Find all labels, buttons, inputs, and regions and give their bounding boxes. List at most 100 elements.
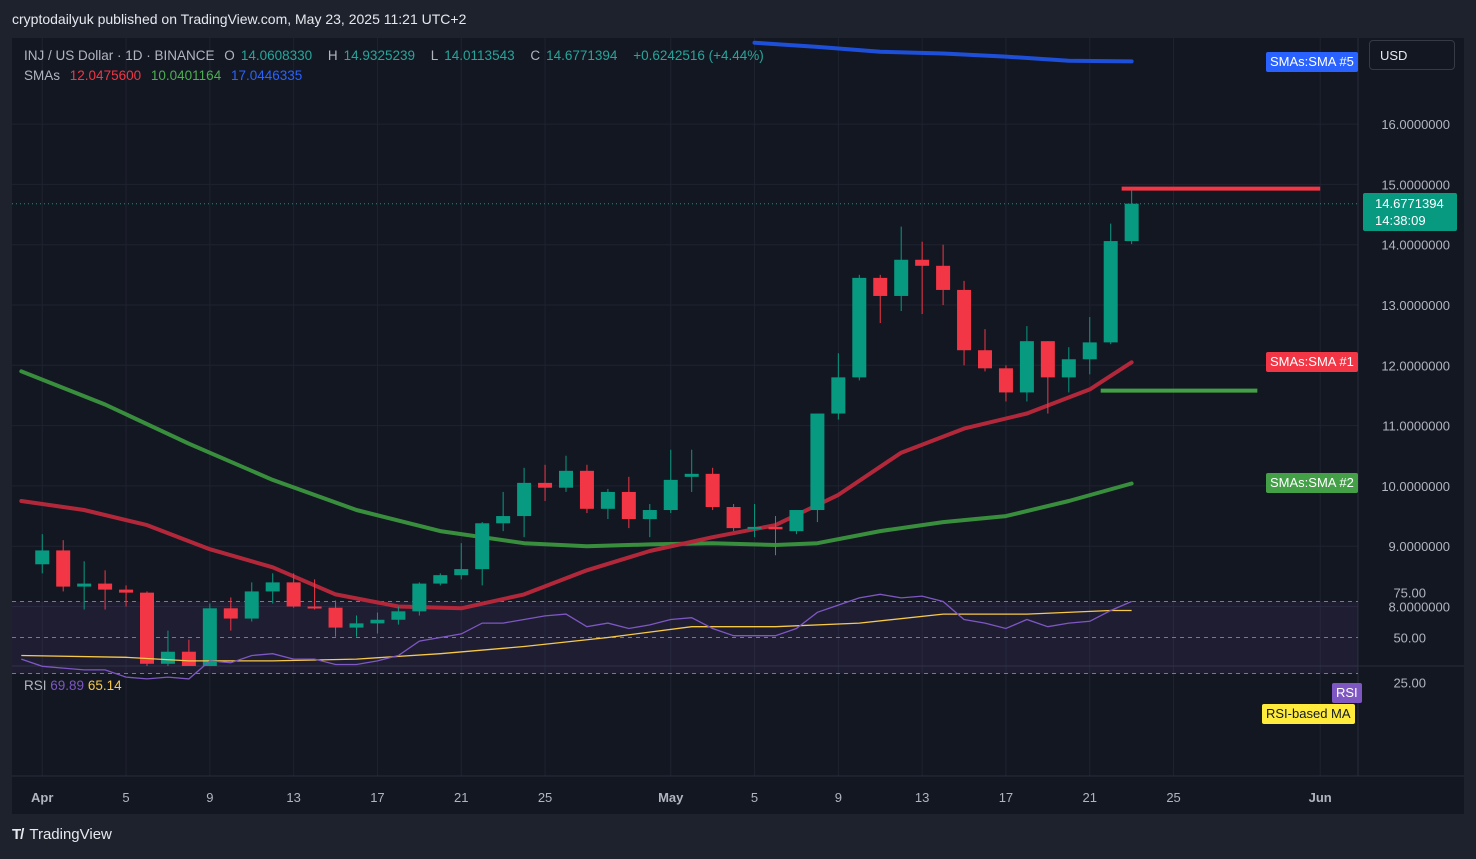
price-tick-label: 8.0000000 (1389, 600, 1450, 615)
date-tick-label: 21 (1083, 790, 1097, 805)
price-tick-label: 14.0000000 (1381, 238, 1450, 253)
smas-label[interactable]: SMAs (24, 68, 60, 83)
candle-body (600, 491, 615, 509)
candle-body (642, 510, 657, 520)
candle-body (412, 583, 427, 612)
candle-body (978, 350, 992, 369)
chart-frame[interactable]: 16.0000000 15.0000000 14.0000000 13.0000000… (12, 38, 1464, 814)
candle-body (56, 550, 71, 587)
sma2-value: 10.0401164 (150, 68, 222, 83)
close-value: 14.6771394 (546, 48, 618, 63)
candle-body (559, 470, 573, 488)
currency-button[interactable]: USD (1369, 40, 1455, 70)
candle-body (349, 623, 364, 628)
candle-body (181, 651, 196, 666)
tradingview-logo-icon: T/ (12, 826, 24, 843)
rsi-tick-label: 25.00 (1393, 676, 1426, 691)
publisher-line: cryptodailyuk published on TradingView.c… (12, 11, 467, 27)
date-tick-label: 5 (751, 790, 758, 805)
candle-body (517, 482, 532, 517)
price-tick-label: 12.0000000 (1381, 358, 1450, 373)
candle-body (831, 377, 846, 414)
candle-body (1124, 203, 1139, 242)
candle-body (35, 550, 50, 565)
date-tick-label: 13 (915, 790, 929, 805)
symbol-legend: INJ / US Dollar · 1D · BINANCE O 14.06083… (24, 46, 770, 86)
candle-body (705, 473, 720, 508)
last-price-tag: 14.6771394 14:38:09 (1363, 193, 1457, 231)
candle-body (454, 569, 469, 576)
chart-canvas[interactable]: 16.0000000 15.0000000 14.0000000 13.0000000… (12, 38, 1464, 814)
price-tick-label: 16.0000000 (1381, 117, 1450, 132)
candle-body (998, 368, 1013, 393)
candle-body (538, 482, 553, 488)
date-tick-label: 13 (286, 790, 300, 805)
candle-body (789, 510, 804, 532)
candle-body (370, 619, 385, 624)
rsi-tick-label: 50.00 (1393, 631, 1426, 646)
bar-countdown: 14:38:09 (1375, 213, 1426, 228)
price-tick-label: 13.0000000 (1381, 298, 1450, 313)
candle-body (140, 592, 154, 664)
date-tick-label: 25 (538, 790, 552, 805)
footer-brand: T/ TradingView (12, 826, 112, 843)
change-value: +0.6242516 (+4.44%) (633, 48, 764, 63)
last-price: 14.6771394 (1375, 196, 1444, 211)
sma2-line (19, 369, 1134, 549)
candle-body (768, 526, 783, 530)
high-label: H (327, 48, 338, 63)
rsi-ma-tag: RSI-based MA (1262, 704, 1355, 724)
open-value: 14.0608330 (240, 48, 313, 63)
candle-body (286, 582, 301, 607)
sma5-line (752, 40, 1134, 64)
candle-body (77, 583, 92, 587)
candle-body (1082, 342, 1097, 360)
high-value: 14.9325239 (343, 48, 415, 63)
candle-body (98, 583, 113, 590)
candle-body (1040, 341, 1055, 378)
candle-body (119, 589, 134, 593)
price-tick-label: 10.0000000 (1381, 479, 1450, 494)
candle-body (684, 473, 699, 477)
price-tick-label: 15.0000000 (1381, 177, 1450, 192)
candle-body (433, 575, 448, 584)
candle-body (265, 582, 280, 592)
candle-body (1103, 241, 1118, 343)
candle-body (915, 259, 930, 266)
candle-body (621, 491, 636, 520)
main-pane (12, 40, 1358, 666)
date-tick-label: May (658, 790, 684, 805)
candle-body (391, 611, 406, 620)
candle-body (160, 651, 175, 664)
ohlc-row: INJ / US Dollar · 1D · BINANCE O 14.06083… (24, 46, 770, 66)
date-tick-label: 21 (454, 790, 468, 805)
candle-body (223, 608, 238, 619)
symbol-title[interactable]: INJ / US Dollar · 1D · BINANCE (24, 48, 215, 63)
open-label: O (224, 48, 235, 63)
date-tick-label: 25 (1166, 790, 1180, 805)
candle-body (747, 526, 762, 529)
date-tick-label: 9 (835, 790, 842, 805)
low-label: L (430, 48, 439, 63)
low-value: 14.0113543 (444, 48, 515, 63)
date-tick-label: 17 (370, 790, 384, 805)
sma-row: SMAs 12.0475600 10.0401164 17.0446335 (24, 66, 770, 86)
rsi-value: 69.89 (50, 678, 85, 693)
price-tick-label: 9.0000000 (1389, 539, 1450, 554)
date-tick-label: Apr (31, 790, 53, 805)
candle-body (663, 479, 678, 511)
rsi-label[interactable]: RSI (24, 678, 47, 693)
date-tick-label: 5 (122, 790, 129, 805)
candle-body (936, 265, 951, 290)
sma1-tag: SMAs:SMA #1 (1266, 352, 1358, 372)
rsi-tick-label: 75.00 (1393, 586, 1426, 601)
candle-body (307, 606, 322, 609)
candle-body (475, 523, 490, 570)
candle-body (1061, 359, 1076, 378)
sma1-line (19, 360, 1134, 611)
publisher-bar: cryptodailyuk published on TradingView.c… (0, 0, 1476, 38)
candle-body (328, 607, 343, 628)
candle-body (894, 259, 909, 296)
rsi-legend: RSI 69.89 65.14 (24, 678, 122, 693)
candle-body (852, 277, 867, 378)
